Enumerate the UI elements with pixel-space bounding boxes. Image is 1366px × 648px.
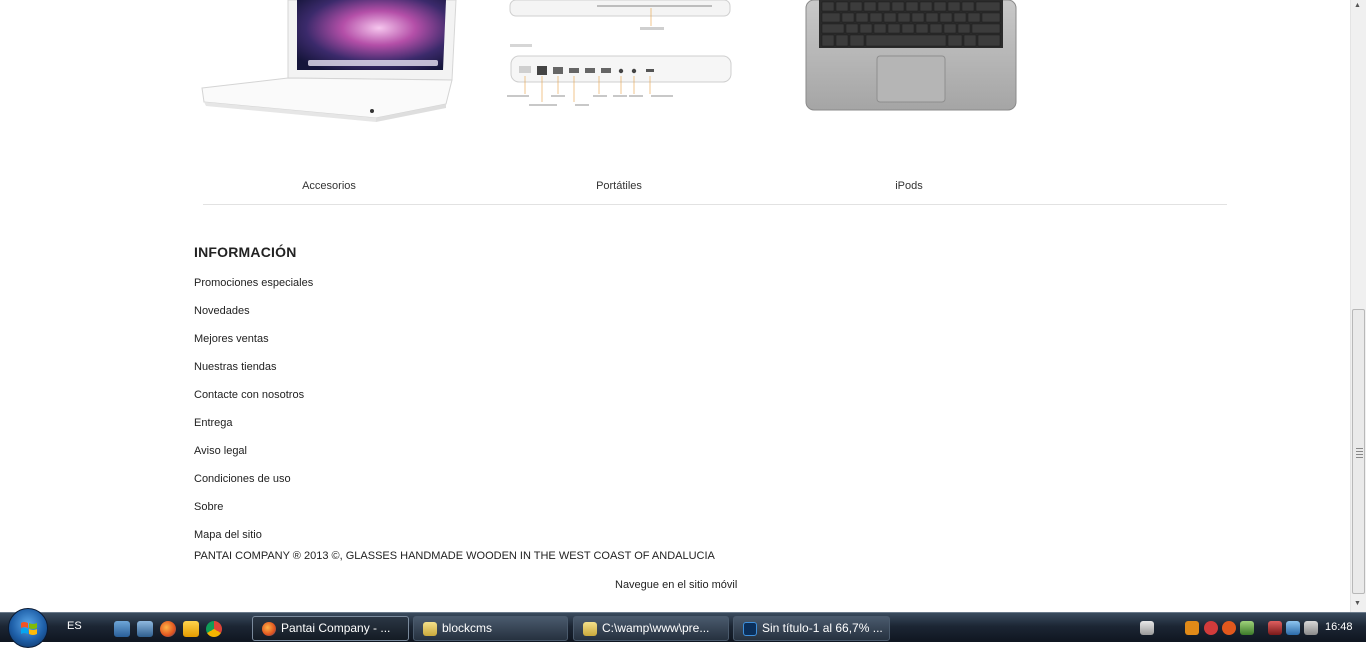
photoshop-icon	[743, 622, 757, 636]
volume-tray-icon[interactable]	[1304, 621, 1318, 635]
power-tray-icon[interactable]	[1268, 621, 1282, 635]
start-button[interactable]	[8, 608, 48, 648]
category-link-ipods[interactable]: iPods	[829, 180, 989, 192]
info-link-entrega[interactable]: Entrega	[194, 416, 313, 444]
footer-copyright: PANTAI COMPANY ® 2013 ©, GLASSES HANDMAD…	[194, 550, 715, 562]
taskbar: ES Pantai Company - ... blockcms C:\wamp…	[0, 608, 1366, 648]
category-link-accesorios[interactable]: Accesorios	[249, 180, 409, 192]
macbook-white-image[interactable]	[198, 0, 460, 125]
folder-icon	[423, 622, 437, 636]
scroll-thumb[interactable]	[1352, 309, 1365, 594]
task-label: Pantai Company - ...	[281, 621, 391, 635]
info-link-contacte[interactable]: Contacte con nosotros	[194, 388, 313, 416]
info-link-condiciones[interactable]: Condiciones de uso	[194, 472, 313, 500]
chrome-quicklaunch-icon[interactable]	[206, 621, 222, 637]
task-label: C:\wamp\www\pre...	[602, 621, 710, 635]
scroll-up-arrow-icon[interactable]: ▲	[1354, 2, 1361, 9]
monitor-tray-icon[interactable]	[1240, 621, 1254, 635]
windows-logo-icon	[21, 622, 37, 635]
task-button-pantai-company[interactable]: Pantai Company - ...	[252, 616, 409, 641]
alert-tray-icon[interactable]	[1222, 621, 1236, 635]
show-desktop-icon[interactable]	[114, 621, 130, 637]
page-scrollbar[interactable]: ▲ ▼	[1350, 0, 1366, 612]
task-button-blockcms[interactable]: blockcms	[413, 616, 568, 641]
category-divider	[203, 204, 1227, 205]
firefox-icon	[262, 622, 276, 636]
mobile-site-link[interactable]: Navegue en el sitio móvil	[615, 579, 737, 591]
error-tray-icon[interactable]	[1204, 621, 1218, 635]
task-label: Sin título-1 al 66,7% ...	[762, 621, 883, 635]
task-button-photoshop[interactable]: Sin título-1 al 66,7% ...	[733, 616, 890, 641]
scroll-down-arrow-icon[interactable]: ▼	[1354, 600, 1361, 607]
folder-icon	[583, 622, 597, 636]
category-row: Accesorios Portátiles iPods	[0, 180, 1350, 194]
info-link-mejores-ventas[interactable]: Mejores ventas	[194, 332, 313, 360]
info-section-title: INFORMACIÓN	[194, 244, 297, 260]
firefox-quicklaunch-icon[interactable]	[160, 621, 176, 637]
task-label: blockcms	[442, 621, 493, 635]
macbook-keyboard-image[interactable]	[805, 0, 1017, 112]
category-link-portatiles[interactable]: Portátiles	[539, 180, 699, 192]
web-page: Accesorios Portátiles iPods INFORMACIÓN …	[0, 0, 1350, 612]
info-link-sobre[interactable]: Sobre	[194, 500, 313, 528]
info-links-list: Promociones especiales Novedades Mejores…	[194, 276, 313, 556]
scroll-grip-icon	[1356, 448, 1363, 460]
pen-input-icon[interactable]	[1140, 621, 1154, 635]
language-indicator[interactable]: ES	[67, 620, 82, 632]
info-link-promociones[interactable]: Promociones especiales	[194, 276, 313, 304]
media-player-icon[interactable]	[183, 621, 199, 637]
wamp-tray-icon[interactable]	[1185, 621, 1199, 635]
network-tray-icon[interactable]	[1286, 621, 1300, 635]
laptop-ports-diagram-image[interactable]	[505, 0, 735, 125]
info-link-nuestras-tiendas[interactable]: Nuestras tiendas	[194, 360, 313, 388]
switch-windows-icon[interactable]	[137, 621, 153, 637]
info-link-novedades[interactable]: Novedades	[194, 304, 313, 332]
task-button-wamp-folder[interactable]: C:\wamp\www\pre...	[573, 616, 729, 641]
info-link-aviso-legal[interactable]: Aviso legal	[194, 444, 313, 472]
taskbar-clock[interactable]: 16:48	[1325, 621, 1353, 633]
